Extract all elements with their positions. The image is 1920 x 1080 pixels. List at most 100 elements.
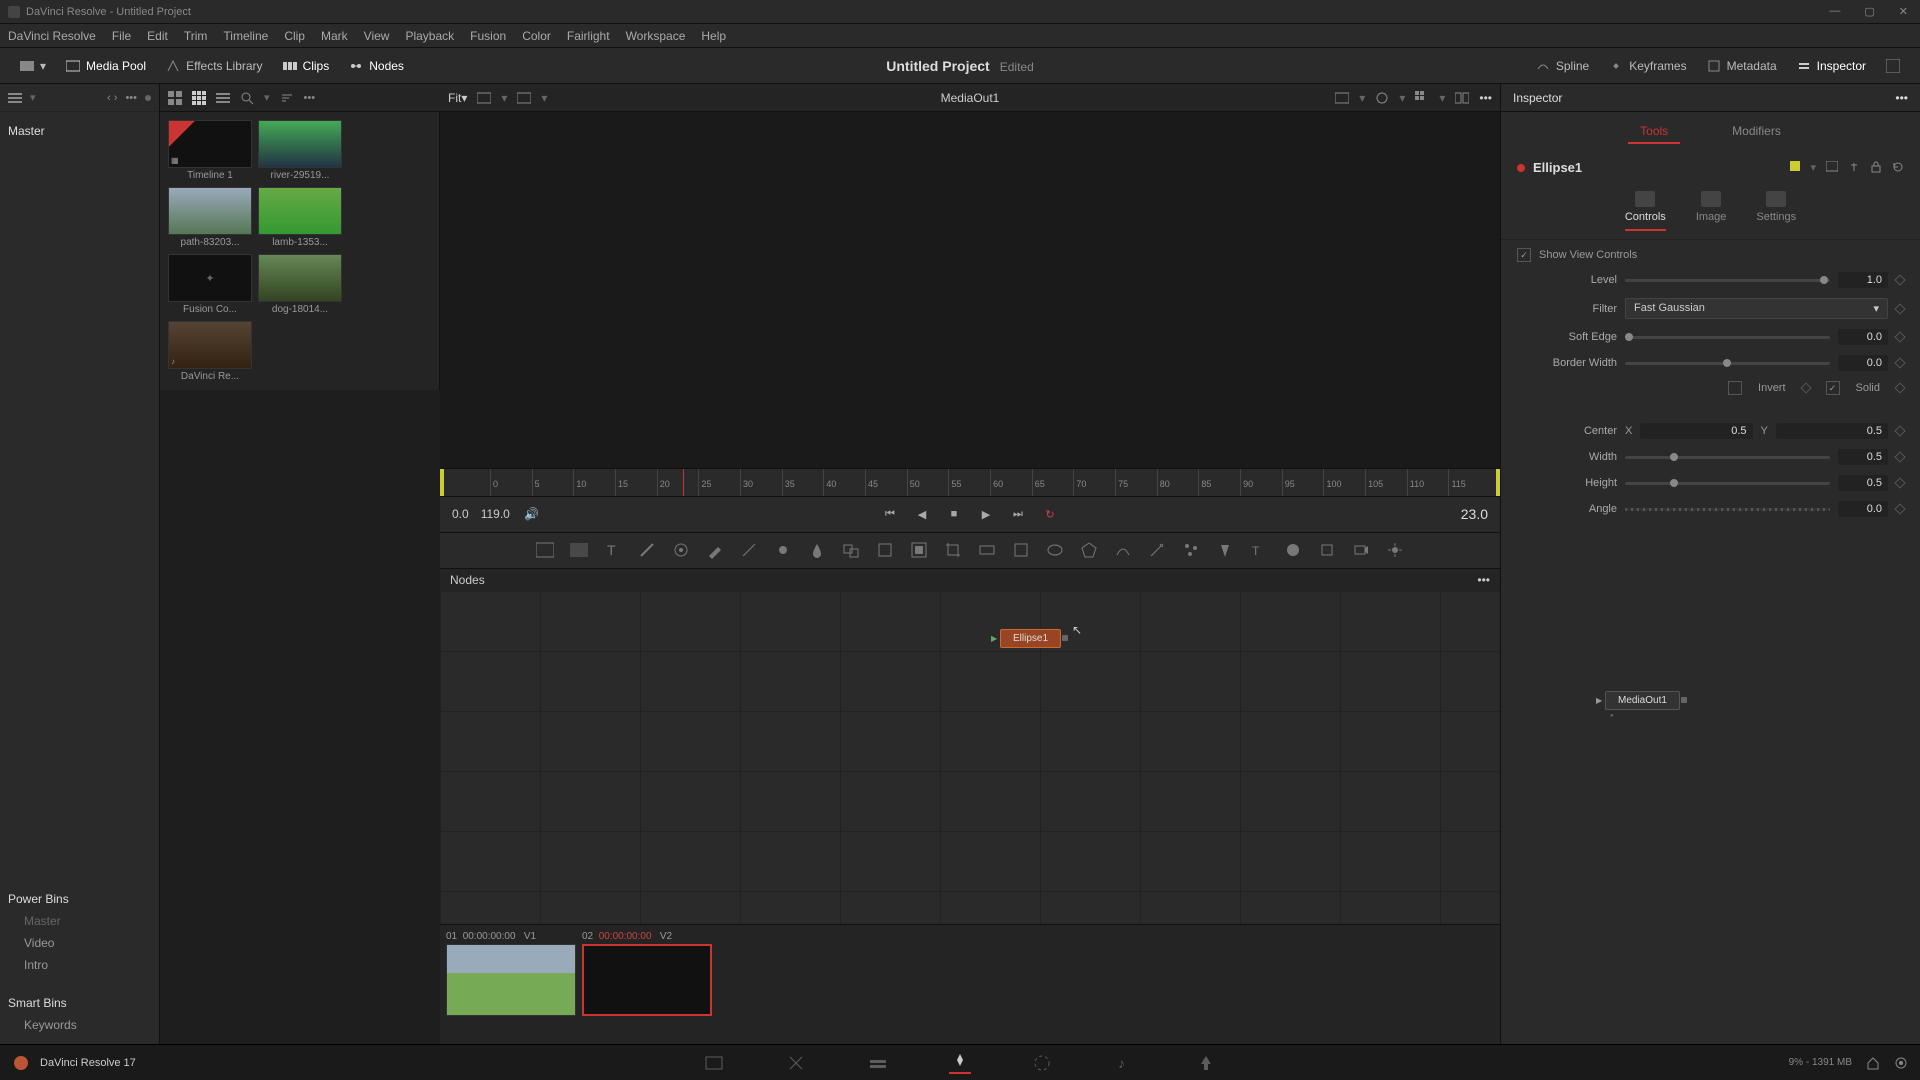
minimize-button[interactable]: — <box>1825 5 1844 18</box>
text3d-tool-icon[interactable]: T <box>1250 541 1268 559</box>
wand-tool-icon[interactable] <box>1148 541 1166 559</box>
effects-library-button[interactable]: Effects Library <box>156 55 272 77</box>
menu-timeline[interactable]: Timeline <box>223 29 268 43</box>
view-mode2-icon[interactable] <box>517 91 531 105</box>
height-slider[interactable] <box>1625 482 1830 485</box>
menu-help[interactable]: Help <box>701 29 726 43</box>
playhead[interactable] <box>683 469 684 496</box>
keyframe-icon[interactable] <box>1894 451 1905 462</box>
brush-tool-icon[interactable] <box>706 541 724 559</box>
shape3d-tool-icon[interactable] <box>1284 541 1302 559</box>
menu-fairlight[interactable]: Fairlight <box>567 29 610 43</box>
nodes-canvas[interactable]: ▶ Ellipse1 ↖ ▶ MediaOut1 ● <box>440 591 1500 925</box>
channel-icon[interactable] <box>1375 91 1389 105</box>
range-in[interactable]: 0.0 <box>452 507 469 521</box>
keyframes-button[interactable]: Keyframes <box>1599 55 1696 77</box>
options-icon[interactable]: ••• <box>125 92 137 104</box>
width-slider[interactable] <box>1625 456 1830 459</box>
reset-icon[interactable] <box>1892 161 1904 173</box>
media-pool-button[interactable]: Media Pool <box>56 55 156 77</box>
keyframe-icon[interactable] <box>1894 477 1905 488</box>
maximize-button[interactable]: ▢ <box>1860 5 1878 18</box>
media-item[interactable]: ▦Timeline 1 <box>168 120 252 181</box>
audio-icon[interactable]: 🔊 <box>522 504 542 524</box>
power-bin-master[interactable]: Master <box>8 910 151 932</box>
menu-davinciresolve[interactable]: DaVinci Resolve <box>8 29 96 43</box>
text-tool-icon[interactable]: T <box>604 541 622 559</box>
smart-bin-keywords[interactable]: Keywords <box>8 1014 151 1036</box>
invert-check[interactable] <box>1728 381 1742 395</box>
keyframe-icon[interactable] <box>1894 331 1905 342</box>
letterbox-tool-icon[interactable] <box>978 541 996 559</box>
thumb-view-icon[interactable] <box>168 91 182 105</box>
angle-value[interactable]: 0.0 <box>1838 501 1888 517</box>
camera-tool-icon[interactable] <box>1352 541 1370 559</box>
play-button[interactable]: ▶ <box>976 504 996 524</box>
height-value[interactable]: 0.5 <box>1838 475 1888 491</box>
grid-view-icon[interactable] <box>192 91 206 105</box>
cube-tool-icon[interactable] <box>1318 541 1336 559</box>
tools-tab[interactable]: Tools <box>1628 120 1680 144</box>
color-page-icon[interactable] <box>1031 1052 1053 1074</box>
dual-view-icon[interactable] <box>1455 91 1469 105</box>
pool-options-icon[interactable]: ••• <box>304 92 316 104</box>
timeline-ruler[interactable]: 0 5 10 15 20 25 30 35 40 45 50 55 60 65 <box>440 468 1500 496</box>
level-value[interactable]: 1.0 <box>1838 272 1888 288</box>
metadata-button[interactable]: Metadata <box>1697 55 1787 77</box>
crop-tool-icon[interactable] <box>944 541 962 559</box>
power-bin-intro[interactable]: Intro <box>8 954 151 976</box>
first-frame-button[interactable]: ⏮ <box>880 504 900 524</box>
pin-icon[interactable] <box>1848 161 1860 173</box>
ellipse-mask-icon[interactable] <box>1046 541 1064 559</box>
menu-mark[interactable]: Mark <box>321 29 348 43</box>
versions-icon[interactable] <box>1826 161 1838 173</box>
modifiers-tab[interactable]: Modifiers <box>1720 120 1793 144</box>
bspline-mask-icon[interactable] <box>1114 541 1132 559</box>
expand-button[interactable] <box>1876 55 1910 77</box>
view-mode-icon[interactable] <box>477 91 491 105</box>
node-ellipse[interactable]: ▶ Ellipse1 <box>1000 629 1061 648</box>
sort-icon[interactable] <box>280 91 294 105</box>
keyframe-icon[interactable] <box>1894 303 1905 314</box>
center-y-value[interactable]: 0.5 <box>1776 423 1888 439</box>
image-subtab[interactable]: Image <box>1696 191 1727 231</box>
menu-playback[interactable]: Playback <box>405 29 454 43</box>
show-view-controls-check[interactable]: ✓ <box>1517 248 1531 262</box>
deliver-page-icon[interactable] <box>1195 1052 1217 1074</box>
media-item[interactable]: ✦Fusion Co... <box>168 254 252 315</box>
fairlight-page-icon[interactable]: ♪ <box>1113 1052 1135 1074</box>
keyframe-icon[interactable] <box>1894 382 1905 393</box>
search-icon[interactable] <box>240 91 254 105</box>
rectangle-mask-icon[interactable] <box>1012 541 1030 559</box>
clip-item[interactable]: 02 00:00:00:00 V2 ▦ <box>582 931 712 1016</box>
blur-tool-icon[interactable] <box>808 541 826 559</box>
media-item[interactable]: river-29519... <box>258 120 342 181</box>
transform-tool-icon[interactable] <box>876 541 894 559</box>
media-item[interactable]: dog-18014... <box>258 254 342 315</box>
resize-tool-icon[interactable] <box>910 541 928 559</box>
nodes-button[interactable]: Nodes <box>339 55 414 77</box>
toolbar-dropdown[interactable]: ▾ <box>10 55 56 77</box>
media-item[interactable]: lamb-1353... <box>258 187 342 248</box>
clip-item[interactable]: 01 00:00:00:00 V1 <box>446 931 576 1016</box>
viewer-options-icon[interactable]: ••• <box>1479 91 1492 105</box>
spline-button[interactable]: Spline <box>1526 55 1599 77</box>
settings-subtab[interactable]: Settings <box>1756 191 1796 231</box>
keyframe-icon[interactable] <box>1894 274 1905 285</box>
power-bin-video[interactable]: Video <box>8 932 151 954</box>
stop-button[interactable]: ■ <box>944 504 964 524</box>
border-width-value[interactable]: 0.0 <box>1838 355 1888 371</box>
menu-color[interactable]: Color <box>522 29 551 43</box>
media-item[interactable]: path-83203... <box>168 187 252 248</box>
single-view-icon[interactable] <box>1335 91 1349 105</box>
nodes-options-icon[interactable]: ••• <box>1477 573 1490 587</box>
paint-tool-icon[interactable] <box>638 541 656 559</box>
settings-icon[interactable] <box>1894 1056 1908 1070</box>
brightness-tool-icon[interactable] <box>774 541 792 559</box>
fusion-page-icon[interactable] <box>949 1052 971 1074</box>
keyframe-icon[interactable] <box>1894 503 1905 514</box>
media-item[interactable]: ♪DaVinci Re... <box>168 321 252 382</box>
loop-button[interactable]: ↻ <box>1040 504 1060 524</box>
last-frame-button[interactable]: ⏭ <box>1008 504 1028 524</box>
merge-tool-icon[interactable] <box>842 541 860 559</box>
